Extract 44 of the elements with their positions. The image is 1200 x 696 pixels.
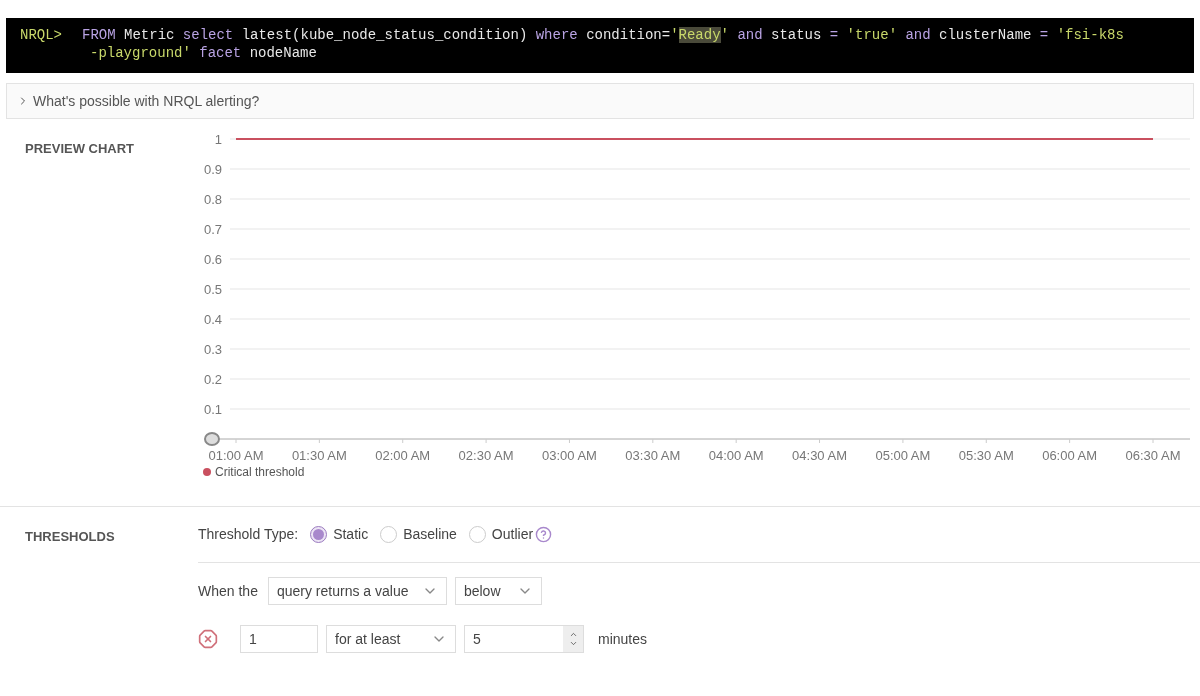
field-label: Threshold Type: — [198, 525, 299, 544]
query-prompt: NRQL> — [20, 26, 62, 45]
x-tick-label: 05:30 AM — [958, 448, 1014, 463]
legend-label: Critical threshold — [215, 464, 305, 481]
condition-select[interactable]: query returns a value — [267, 577, 447, 605]
x-tick-label: 06:30 AM — [1125, 448, 1181, 463]
x-tick-label: 02:30 AM — [458, 448, 514, 463]
threshold-value-field[interactable]: 1 — [240, 625, 318, 653]
y-tick-label: 0.1 — [203, 402, 222, 417]
y-tick-label: 0.8 — [203, 192, 222, 207]
y-tick-label: 0.2 — [203, 372, 222, 387]
y-tick-label: 0.9 — [203, 162, 222, 177]
threshold-type-radio[interactable]: Static — [310, 524, 369, 545]
y-tick-label: 0.7 — [203, 222, 222, 237]
threshold-type-radio[interactable]: Outlier — [468, 524, 534, 545]
threshold-type-radio[interactable]: Baseline — [380, 524, 457, 545]
x-tick-label: 02:00 AM — [375, 448, 431, 463]
y-tick-label: 0.5 — [203, 282, 222, 297]
field-label: When the — [198, 581, 258, 601]
duration-mode-select[interactable]: for at least — [326, 625, 456, 653]
x-tick-label: 06:00 AM — [1042, 448, 1098, 463]
y-tick-label: 0.6 — [203, 252, 222, 267]
x-tick-label: 03:30 AM — [625, 448, 681, 463]
x-tick-label: 01:00 AM — [208, 448, 264, 463]
x-tick-label: 03:00 AM — [542, 448, 597, 463]
remove-icon[interactable] — [198, 629, 218, 649]
y-tick-label: 1 — [214, 132, 222, 147]
section-label: PREVIEW CHART — [25, 140, 136, 158]
y-tick-label: 0.3 — [203, 342, 222, 357]
query-line: FROM Metric select latest(kube_node_status_condition) where condition='Ready' and status = 'true' and clusterName = 'fsi-k8s — [82, 26, 1124, 44]
section-label: THRESHOLDS — [25, 528, 116, 546]
x-tick-label: 01:30 AM — [291, 448, 347, 463]
help-icon[interactable] — [535, 526, 553, 543]
y-tick-label: 0.4 — [203, 312, 222, 327]
circle-marker-icon — [204, 432, 220, 446]
x-tick-label: 04:30 AM — [792, 448, 847, 463]
operator-select[interactable]: below — [454, 577, 542, 605]
unit-label: minutes — [598, 629, 648, 649]
duration-field[interactable]: 5 — [464, 625, 584, 653]
x-tick-label: 05:00 AM — [875, 448, 931, 463]
help-accordion[interactable]: What's possible with NRQL alerting? — [6, 83, 1194, 119]
query-line: -playground' facet nodeName — [89, 44, 318, 62]
query-editor[interactable]: NRQL> FROM Metric select latest(kube_node_status_condition) where condition='Ready' and status = 'true' and clusterName = 'fsi-k8s -playground' facet nodeName — [6, 18, 1194, 73]
x-tick-label: 04:00 AM — [708, 448, 764, 463]
